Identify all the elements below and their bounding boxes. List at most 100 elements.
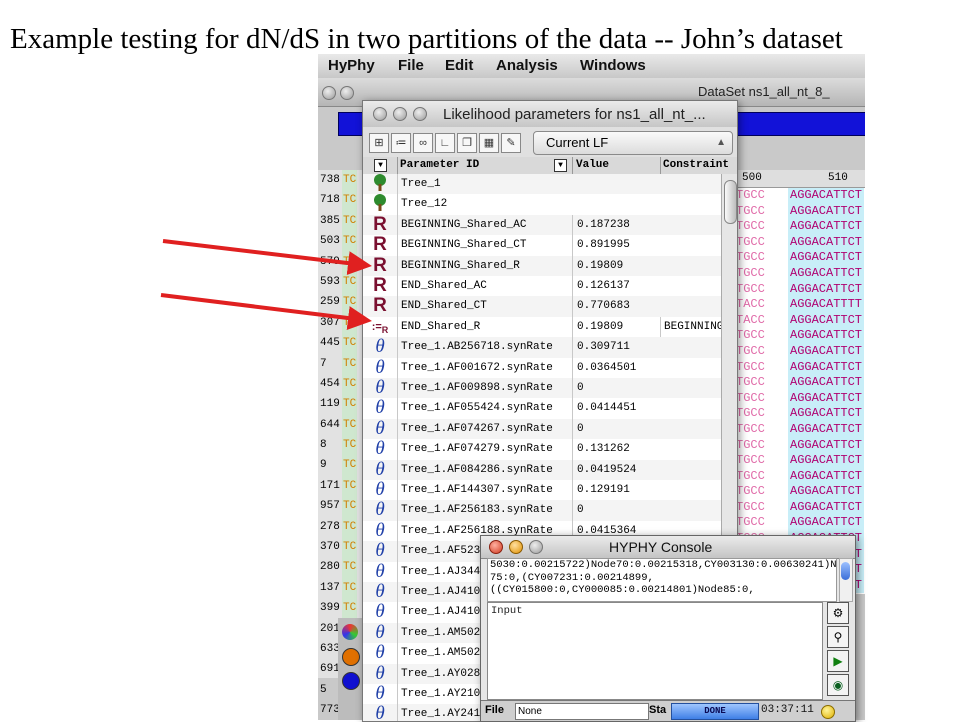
- chevron-down-icon[interactable]: ▼: [554, 159, 567, 172]
- link-icon[interactable]: ∞: [413, 133, 433, 153]
- parameter-value-cell[interactable]: 0.0364501: [572, 357, 661, 378]
- settings-icon[interactable]: ⚙: [827, 602, 849, 624]
- alignment-row[interactable]: TGCC AGGACATTCT: [734, 499, 865, 516]
- alignment-row[interactable]: TGCC AGGACATTCT: [734, 265, 865, 282]
- sequence-name-row[interactable]: 280 TC: [318, 557, 368, 578]
- console-output[interactable]: 5030:0.00215722)Node70:0.00215318,CY0031…: [487, 558, 837, 602]
- alignment-row[interactable]: TGCC AGGACATTCT: [734, 390, 865, 407]
- alignment-row[interactable]: TGCC AGGACATTCT: [734, 453, 865, 469]
- parameter-value-cell[interactable]: 0.19809: [572, 255, 661, 276]
- parameter-row[interactable]: θ Tree_1.AF009898.synRate 0: [363, 377, 721, 400]
- parameter-row[interactable]: Tree_12: [363, 194, 721, 216]
- run-icon[interactable]: ▶: [827, 650, 849, 672]
- parameter-row[interactable]: θ Tree_1.AB256718.synRate 0.309711: [363, 336, 721, 359]
- sequence-name-row[interactable]: 385 TC: [318, 210, 368, 232]
- sequence-name-row[interactable]: 503 TC: [318, 231, 368, 252]
- parameter-id-header[interactable]: Parameter ID ▼: [397, 157, 573, 174]
- parameter-value-cell[interactable]: 0.19809: [572, 316, 661, 338]
- value-header[interactable]: Value: [572, 157, 661, 174]
- parameter-row[interactable]: θ Tree_1.AF084286.synRate 0.0419524: [363, 459, 721, 481]
- alignment-row[interactable]: TGCC AGGACATTCT: [734, 406, 865, 422]
- sequence-name-row[interactable]: 738 TC: [318, 170, 368, 191]
- sequence-name-row[interactable]: 454 TC: [318, 373, 368, 395]
- parameter-constraint-cell[interactable]: BEGINNING: [660, 316, 721, 338]
- alignment-row[interactable]: TGCC AGGACATTCT: [734, 359, 865, 376]
- constraint-header[interactable]: Constraint: [660, 157, 737, 174]
- table-icon[interactable]: ▦: [479, 133, 499, 153]
- alignment-row[interactable]: TGCC AGGACATTCT: [734, 437, 865, 454]
- parameter-value-cell[interactable]: 0: [572, 500, 661, 521]
- chevron-down-icon[interactable]: ▼: [374, 159, 387, 172]
- console-input-field[interactable]: Input: [487, 602, 823, 700]
- parameter-row[interactable]: θ Tree_1.AF256183.synRate 0: [363, 500, 721, 522]
- parameter-value-cell[interactable]: 0.129191: [572, 480, 661, 501]
- color-wheel-icon[interactable]: [342, 624, 358, 640]
- constrain-icon[interactable]: ≔: [391, 133, 411, 153]
- magnifier-icon[interactable]: ⚲: [827, 626, 849, 648]
- parameter-row[interactable]: R END_Shared_AC 0.126137: [363, 275, 721, 298]
- parameter-row[interactable]: θ Tree_1.AF055424.synRate 0.0414451: [363, 398, 721, 420]
- console-close-button[interactable]: [489, 540, 503, 554]
- sequence-name-row[interactable]: 278 TC: [318, 516, 368, 538]
- console-zoom-button[interactable]: [529, 540, 543, 554]
- sequence-name-row[interactable]: 644 TC: [318, 414, 368, 436]
- sequence-name-row[interactable]: 445 TC: [318, 333, 368, 354]
- parameter-value-cell[interactable]: 0.0414451: [572, 398, 661, 419]
- parameter-row[interactable]: :=R END_Shared_R 0.19809 BEGINNING: [363, 316, 721, 339]
- menu-windows[interactable]: Windows: [580, 57, 646, 74]
- alignment-row[interactable]: TGCC AGGACATTCT: [734, 234, 865, 251]
- sequence-name-row[interactable]: 593 TC: [318, 271, 368, 293]
- sequence-name-row[interactable]: 259 TC: [318, 292, 368, 313]
- sequence-alignment-view[interactable]: 500 510 TGCC AGGACATTCT TGCC AGGACATTCT TGCC…: [734, 170, 865, 594]
- sequence-name-row[interactable]: 579 TC: [318, 251, 368, 272]
- parameter-value-cell[interactable]: 0.309711: [572, 337, 661, 358]
- parameter-value-cell[interactable]: 0.187238: [572, 214, 661, 236]
- parameter-value-cell[interactable]: 0.0419524: [572, 459, 661, 480]
- alignment-row[interactable]: TGCC AGGACATTCT: [734, 188, 865, 204]
- parameter-value-cell[interactable]: 0.126137: [572, 276, 661, 297]
- sequence-name-row[interactable]: 137 TC: [318, 577, 368, 599]
- alignment-row[interactable]: TGCC AGGACATTCT: [734, 468, 865, 485]
- likelihood-function-select[interactable]: Current LF ▲▼: [533, 131, 733, 170]
- alignment-row[interactable]: TGCC AGGACATTCT: [734, 515, 865, 532]
- alignment-row[interactable]: TGCC AGGACATTCT: [734, 421, 865, 438]
- menu-hyphy[interactable]: HyPhy: [328, 57, 375, 74]
- console-minimize-button[interactable]: [509, 540, 523, 554]
- alignment-row[interactable]: TACC AGGACATTTT: [734, 297, 865, 313]
- alignment-row[interactable]: TGCC AGGACATTCT: [734, 328, 865, 344]
- parameter-row[interactable]: R BEGINNING_Shared_AC 0.187238: [363, 214, 721, 237]
- parameter-row[interactable]: θ Tree_1.AF074267.synRate 0: [363, 418, 721, 441]
- scrollbar-thumb[interactable]: [841, 562, 850, 580]
- alignment-row[interactable]: TGCC AGGACATTCT: [734, 250, 865, 266]
- parameter-value-cell[interactable]: 0: [572, 378, 661, 399]
- sequence-name-row[interactable]: 9 TC: [318, 455, 368, 476]
- tree-view-icon[interactable]: ⊞: [369, 133, 389, 153]
- alignment-row[interactable]: TGCC AGGACATTCT: [734, 281, 865, 298]
- menu-file[interactable]: File: [398, 57, 424, 74]
- parameter-value-cell[interactable]: 0.770683: [572, 296, 661, 317]
- parameter-value-cell[interactable]: 0.891995: [572, 235, 661, 256]
- console-output-scrollbar[interactable]: [839, 558, 853, 602]
- sequence-name-row[interactable]: 171 TC: [318, 475, 368, 497]
- dataset-minimize-button[interactable]: [340, 86, 354, 100]
- optimize-icon[interactable]: ∟: [435, 133, 455, 153]
- parameter-row[interactable]: R BEGINNING_Shared_R 0.19809: [363, 255, 721, 277]
- parameter-value-cell[interactable]: 0.131262: [572, 439, 661, 460]
- menu-edit[interactable]: Edit: [445, 57, 473, 74]
- sequence-name-row[interactable]: 399 TC: [318, 598, 368, 619]
- scrollbar-thumb[interactable]: [724, 180, 737, 224]
- copy-icon[interactable]: ❐: [457, 133, 477, 153]
- dataset-close-button[interactable]: [322, 86, 336, 100]
- sequence-name-row[interactable]: 307 TC: [318, 312, 368, 334]
- parameter-row[interactable]: θ Tree_1.AF144307.synRate 0.129191: [363, 479, 721, 502]
- alignment-row[interactable]: TGCC AGGACATTCT: [734, 219, 865, 235]
- menu-analysis[interactable]: Analysis: [496, 57, 558, 74]
- sequence-name-row[interactable]: 718 TC: [318, 190, 368, 211]
- parameter-row[interactable]: θ Tree_1.AF074279.synRate 0.131262: [363, 438, 721, 461]
- parameter-row[interactable]: R BEGINNING_Shared_CT 0.891995: [363, 234, 721, 257]
- likelihood-zoom-button[interactable]: [413, 107, 427, 121]
- parameter-row[interactable]: Tree_1: [363, 174, 721, 196]
- target-icon[interactable]: ◉: [827, 674, 849, 696]
- likelihood-minimize-button[interactable]: [393, 107, 407, 121]
- alignment-row[interactable]: TACC AGGACATTCT: [734, 312, 865, 329]
